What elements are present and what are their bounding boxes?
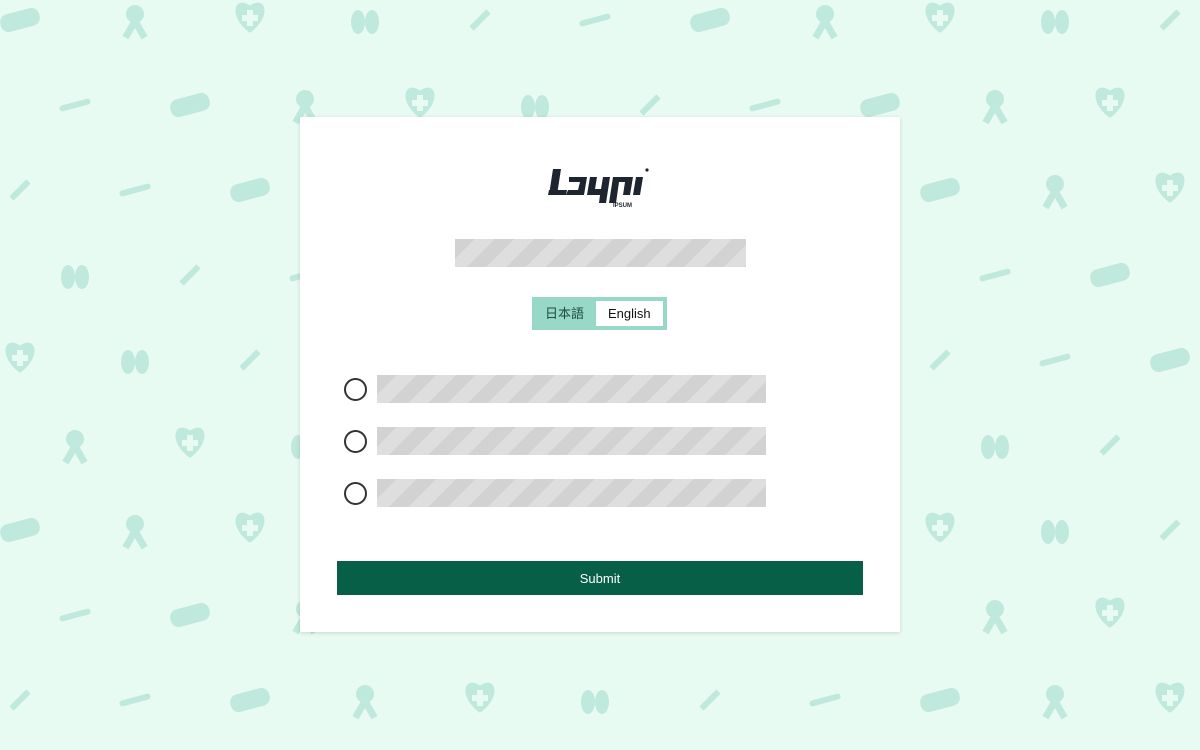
lungs-icon (351, 10, 379, 34)
heart-cross-icon (175, 427, 205, 458)
syringe-icon (239, 349, 261, 371)
heart-cross-icon (235, 2, 265, 33)
lungs-icon (581, 690, 609, 714)
mask-icon (230, 687, 270, 713)
mask-icon (1090, 262, 1130, 288)
language-toggle: 日本語 English (532, 297, 667, 330)
ribbon-icon (1042, 685, 1068, 720)
thermometer-icon (809, 693, 841, 707)
thermometer-icon (1039, 353, 1071, 367)
syringe-icon (929, 349, 951, 371)
heart-cross-icon (925, 512, 955, 543)
lungs-icon (1041, 10, 1069, 34)
heart-cross-icon (405, 87, 435, 118)
radio-option[interactable] (344, 479, 766, 507)
ribbon-icon (982, 90, 1008, 125)
syringe-icon (179, 264, 201, 286)
ribbon-icon (812, 5, 838, 40)
heart-cross-icon (5, 342, 35, 373)
mask-icon (170, 602, 210, 628)
ribbon-icon (62, 430, 88, 465)
heart-cross-icon (1095, 597, 1125, 628)
ribbon-icon (122, 515, 148, 550)
syringe-icon (9, 689, 31, 711)
ribbon-icon (122, 5, 148, 40)
thermometer-icon (979, 268, 1011, 282)
radio-button[interactable] (344, 429, 367, 453)
heart-cross-icon (235, 512, 265, 543)
lungs-icon (521, 95, 549, 119)
option-label-placeholder (377, 375, 766, 403)
lungs-icon (1041, 520, 1069, 544)
title-placeholder (455, 239, 746, 267)
ribbon-icon (982, 600, 1008, 635)
submit-button[interactable]: Submit (337, 561, 863, 595)
heart-cross-icon (1155, 682, 1185, 713)
heart-cross-icon (1155, 172, 1185, 203)
thermometer-icon (119, 693, 151, 707)
mask-icon (860, 92, 900, 118)
mask-icon (0, 517, 40, 543)
thermometer-icon (579, 13, 611, 27)
mask-icon (0, 7, 40, 33)
mask-icon (170, 92, 210, 118)
mask-icon (920, 177, 960, 203)
option-label-placeholder (377, 427, 766, 455)
thermometer-icon (119, 183, 151, 197)
mask-icon (1150, 347, 1190, 373)
syringe-icon (1159, 519, 1181, 541)
ribbon-icon (1042, 175, 1068, 210)
mask-icon (690, 7, 730, 33)
mask-icon (230, 177, 270, 203)
heart-cross-icon (925, 2, 955, 33)
syringe-icon (469, 9, 491, 31)
thermometer-icon (749, 98, 781, 112)
syringe-icon (699, 689, 721, 711)
lungs-icon (61, 265, 89, 289)
radio-option[interactable] (344, 427, 766, 455)
lungs-icon (121, 350, 149, 374)
syringe-icon (1159, 9, 1181, 31)
syringe-icon (9, 179, 31, 201)
login-card: IPSUM 日本語 English Submit (300, 117, 900, 632)
option-label-placeholder (377, 479, 766, 507)
radio-button[interactable] (344, 481, 367, 505)
heart-cross-icon (465, 682, 495, 713)
lang-option-japanese[interactable]: 日本語 (533, 301, 596, 326)
syringe-icon (639, 94, 661, 116)
radio-option[interactable] (344, 375, 766, 403)
thermometer-icon (59, 98, 91, 112)
svg-text:IPSUM: IPSUM (613, 203, 632, 209)
thermometer-icon (59, 608, 91, 622)
syringe-icon (1099, 434, 1121, 456)
lang-option-english[interactable]: English (596, 301, 663, 326)
ribbon-icon (352, 685, 378, 720)
mask-icon (920, 687, 960, 713)
logo: IPSUM (548, 168, 649, 209)
radio-button[interactable] (344, 377, 367, 401)
heart-cross-icon (1095, 87, 1125, 118)
lungs-icon (981, 435, 1009, 459)
